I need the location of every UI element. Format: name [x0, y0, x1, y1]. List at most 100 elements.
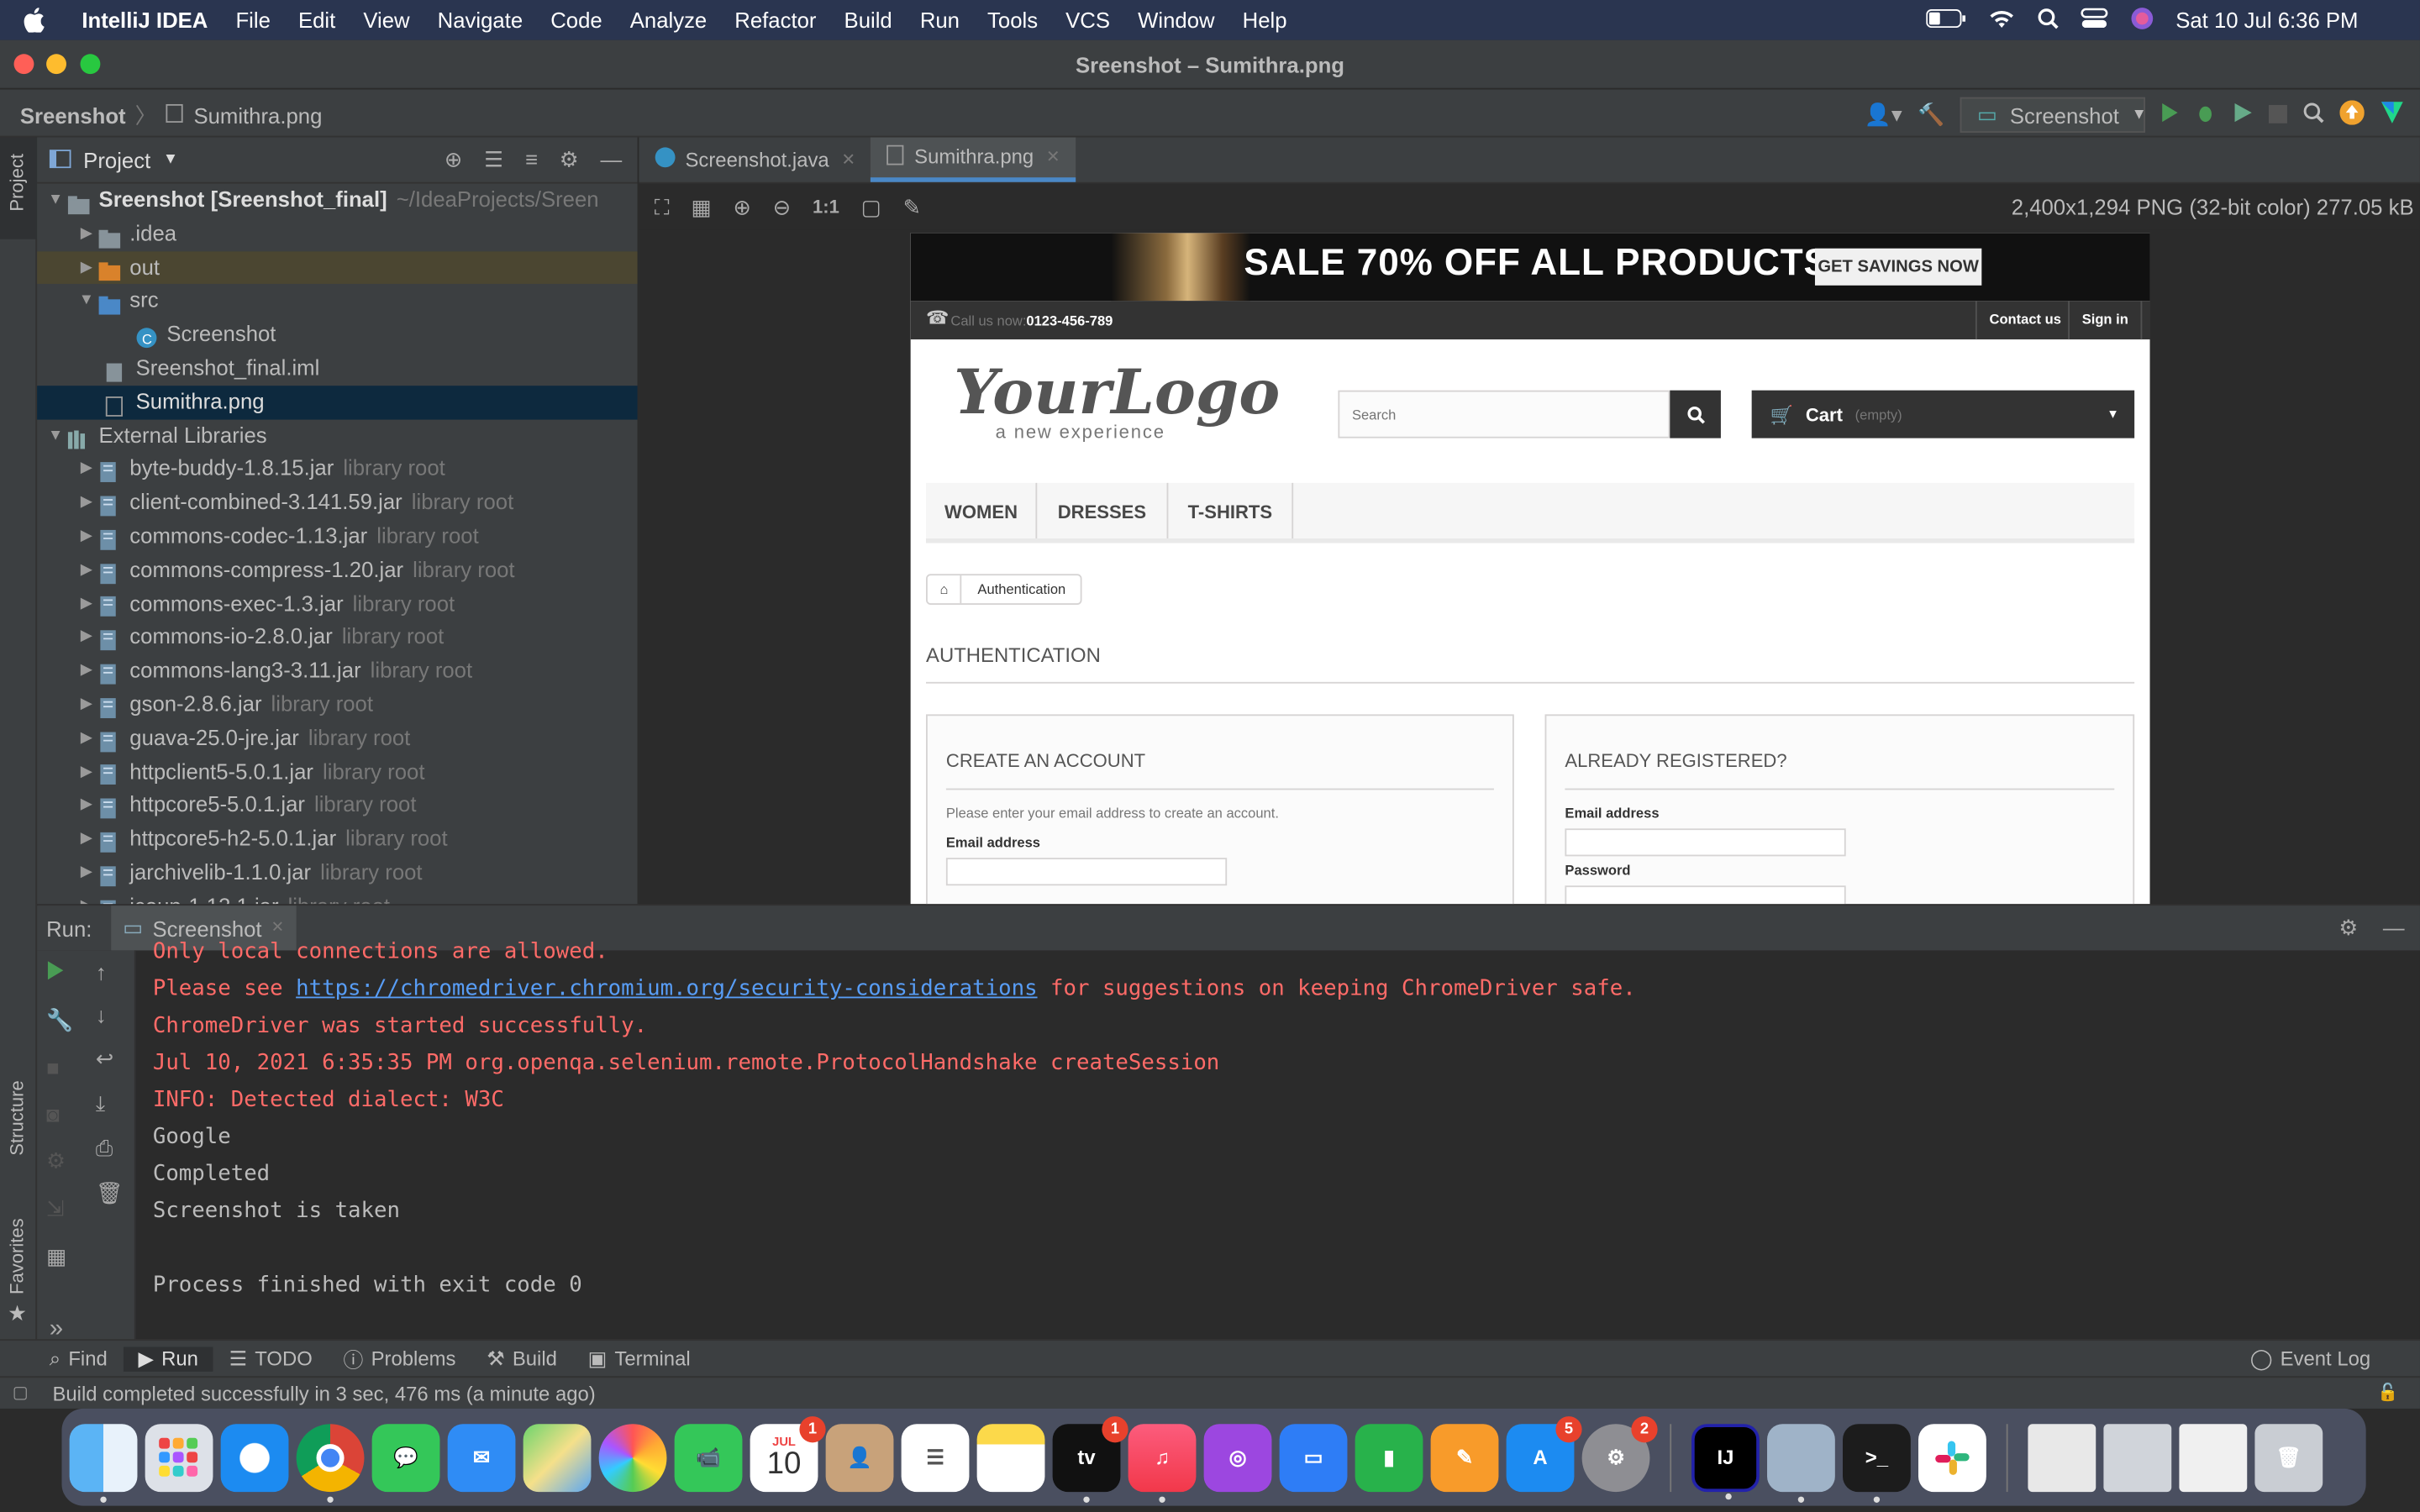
- project-tool-button[interactable]: Project: [0, 137, 38, 239]
- site-search-input[interactable]: [1338, 390, 1670, 438]
- site-logo[interactable]: YourLogo: [954, 356, 1280, 428]
- fit-screen-icon[interactable]: ⛶: [655, 194, 670, 220]
- trash-icon[interactable]: 🗑: [96, 1180, 124, 1206]
- intellij-icon[interactable]: IJ: [1691, 1423, 1760, 1499]
- status-message[interactable]: Build completed successfully in 3 sec, 4…: [52, 1383, 595, 1406]
- camera-icon[interactable]: ◙: [46, 1101, 73, 1126]
- breadcrumb-project[interactable]: Sreenshot: [20, 103, 126, 128]
- update-icon[interactable]: [2339, 100, 2365, 129]
- menu-help[interactable]: Help: [1228, 8, 1301, 32]
- tool-tab-todo[interactable]: ☰ TODO: [213, 1347, 328, 1371]
- tool-tab-terminal[interactable]: ▣ Terminal: [572, 1347, 706, 1371]
- spotlight-search-icon[interactable]: [2037, 7, 2059, 33]
- search-everywhere-icon[interactable]: [2302, 102, 2324, 128]
- site-search-button[interactable]: [1670, 390, 1721, 438]
- recent-window-thumbnail[interactable]: [2103, 1423, 2172, 1492]
- calendar-icon[interactable]: JUL 10 1: [750, 1415, 826, 1492]
- terminal-icon[interactable]: >_: [1843, 1423, 1911, 1503]
- library-item[interactable]: ▶ gson-2.8.6.jar library root: [37, 688, 637, 722]
- safari-icon[interactable]: [220, 1423, 289, 1492]
- chevron-down-icon[interactable]: ▼: [43, 184, 67, 218]
- stop-icon[interactable]: ■: [46, 1055, 73, 1079]
- chevron-right-icon[interactable]: ▶: [74, 654, 98, 688]
- tab-screenshot-java[interactable]: Screenshot.java ✕: [639, 137, 871, 181]
- tool-tab-event-log[interactable]: ◯ Event Log: [2234, 1347, 2420, 1371]
- tool-tab-run[interactable]: ▶ Run: [123, 1346, 214, 1371]
- launchpad-icon[interactable]: [145, 1423, 213, 1492]
- print-icon[interactable]: ⎙: [96, 1136, 124, 1162]
- tool-tab-find[interactable]: ⌕ Find: [0, 1347, 123, 1371]
- tree-item-screenshot-class[interactable]: C Screenshot: [37, 318, 637, 352]
- library-item[interactable]: ▶ client-combined-3.141.59.jar library roo…: [37, 486, 637, 520]
- library-item[interactable]: ▶ httpclient5-5.0.1.jar library root: [37, 755, 637, 789]
- tree-item-src[interactable]: ▼ src: [37, 285, 637, 318]
- menubar-clock[interactable]: Sat 10 Jul 6:36 PM: [2175, 8, 2358, 32]
- login-email-input[interactable]: [1565, 828, 1846, 857]
- zoom-in-icon[interactable]: ⊕: [734, 194, 752, 220]
- wifi-icon[interactable]: [1987, 7, 2015, 33]
- library-item[interactable]: ▶ commons-io-2.8.0.jar library root: [37, 621, 637, 654]
- chevron-right-icon[interactable]: ▶: [74, 554, 98, 587]
- sign-in-link[interactable]: Sign in: [2068, 301, 2143, 340]
- menu-view[interactable]: View: [350, 8, 424, 32]
- app-name-menu[interactable]: IntelliJ IDEA: [68, 8, 222, 32]
- menu-window[interactable]: Window: [1124, 8, 1229, 32]
- run-icon[interactable]: [2160, 102, 2179, 128]
- gear-icon[interactable]: ⚙: [560, 146, 579, 172]
- stop-icon[interactable]: [2268, 102, 2287, 127]
- reminders-icon[interactable]: ☰: [901, 1423, 970, 1492]
- layout-icon[interactable]: ▦: [46, 1243, 73, 1269]
- wrench-icon[interactable]: 🔧: [46, 1007, 73, 1033]
- structure-tool-label[interactable]: Structure: [6, 1080, 28, 1155]
- expand-all-icon[interactable]: ☰: [484, 146, 503, 172]
- settings-cog-icon[interactable]: ⚙: [46, 1148, 73, 1174]
- trash-icon[interactable]: 🗑: [2254, 1423, 2323, 1492]
- chevron-down-icon[interactable]: ▼: [74, 285, 98, 318]
- arrow-down-icon[interactable]: ↓: [96, 1003, 124, 1027]
- contacts-icon[interactable]: 👤: [825, 1423, 894, 1492]
- menu-tools[interactable]: Tools: [974, 8, 1052, 32]
- breadcrumb-file[interactable]: Sumithra.png: [193, 103, 322, 128]
- battery-icon[interactable]: [1925, 8, 1966, 32]
- grid-icon[interactable]: ▦: [691, 194, 711, 220]
- tool-tab-build[interactable]: ⚒ Build: [471, 1347, 572, 1371]
- toggle-tool-windows-icon[interactable]: ▢: [13, 1383, 29, 1403]
- numbers-icon[interactable]: ▮: [1355, 1423, 1423, 1492]
- chrome-icon[interactable]: [296, 1423, 365, 1503]
- banner-savings-button[interactable]: GET SAVINGS NOW: [1814, 248, 1982, 286]
- rerun-icon[interactable]: [46, 959, 73, 985]
- tree-item-external-libraries[interactable]: ▼ External Libraries: [37, 419, 637, 453]
- keynote-icon[interactable]: ▭: [1279, 1423, 1348, 1492]
- color-picker-icon[interactable]: ✎: [903, 194, 922, 220]
- chevron-right-icon[interactable]: ▶: [74, 218, 98, 251]
- preview-icon[interactable]: [1767, 1423, 1835, 1503]
- chevron-right-icon[interactable]: ▶: [74, 486, 98, 520]
- pages-icon[interactable]: ✎: [1430, 1423, 1499, 1492]
- tree-item-sumithra-png[interactable]: Sumithra.png: [37, 385, 638, 419]
- photos-icon[interactable]: [598, 1423, 667, 1492]
- library-item[interactable]: ▶ commons-compress-1.20.jar library root: [37, 554, 637, 587]
- apple-icon[interactable]: [0, 8, 68, 33]
- project-view-select[interactable]: Project: [83, 147, 150, 171]
- menu-file[interactable]: File: [222, 8, 285, 32]
- close-icon[interactable]: ✕: [841, 149, 855, 169]
- notes-icon[interactable]: [976, 1423, 1045, 1492]
- user-icon[interactable]: 👤▾: [1865, 102, 1902, 128]
- library-item[interactable]: ▶ httpcore5-h2-5.0.1.jar library root: [37, 822, 637, 856]
- menu-edit[interactable]: Edit: [284, 8, 349, 32]
- chevron-right-icon[interactable]: ▶: [74, 251, 98, 285]
- chevron-right-icon[interactable]: ▶: [74, 587, 98, 621]
- chevron-right-icon[interactable]: ▶: [74, 453, 98, 486]
- nav-dresses[interactable]: DRESSES: [1038, 482, 1168, 539]
- menu-refactor[interactable]: Refactor: [721, 8, 830, 32]
- library-item[interactable]: ▶ commons-exec-1.3.jar library root: [37, 587, 637, 621]
- control-center-icon[interactable]: [2080, 7, 2107, 33]
- chessboard-icon[interactable]: ▢: [861, 194, 881, 220]
- hide-icon[interactable]: —: [600, 146, 622, 172]
- menu-code[interactable]: Code: [537, 8, 617, 32]
- tool-tab-problems[interactable]: ⓘ Problems: [328, 1344, 471, 1373]
- recent-window-thumbnail[interactable]: [2179, 1423, 2248, 1492]
- library-item[interactable]: ▶ byte-buddy-1.8.15.jar library root: [37, 453, 637, 486]
- siri-icon[interactable]: [2129, 5, 2154, 34]
- tree-item-root[interactable]: ▼ Sreenshot [Sreenshot_final] ~/IdeaProj…: [37, 184, 637, 218]
